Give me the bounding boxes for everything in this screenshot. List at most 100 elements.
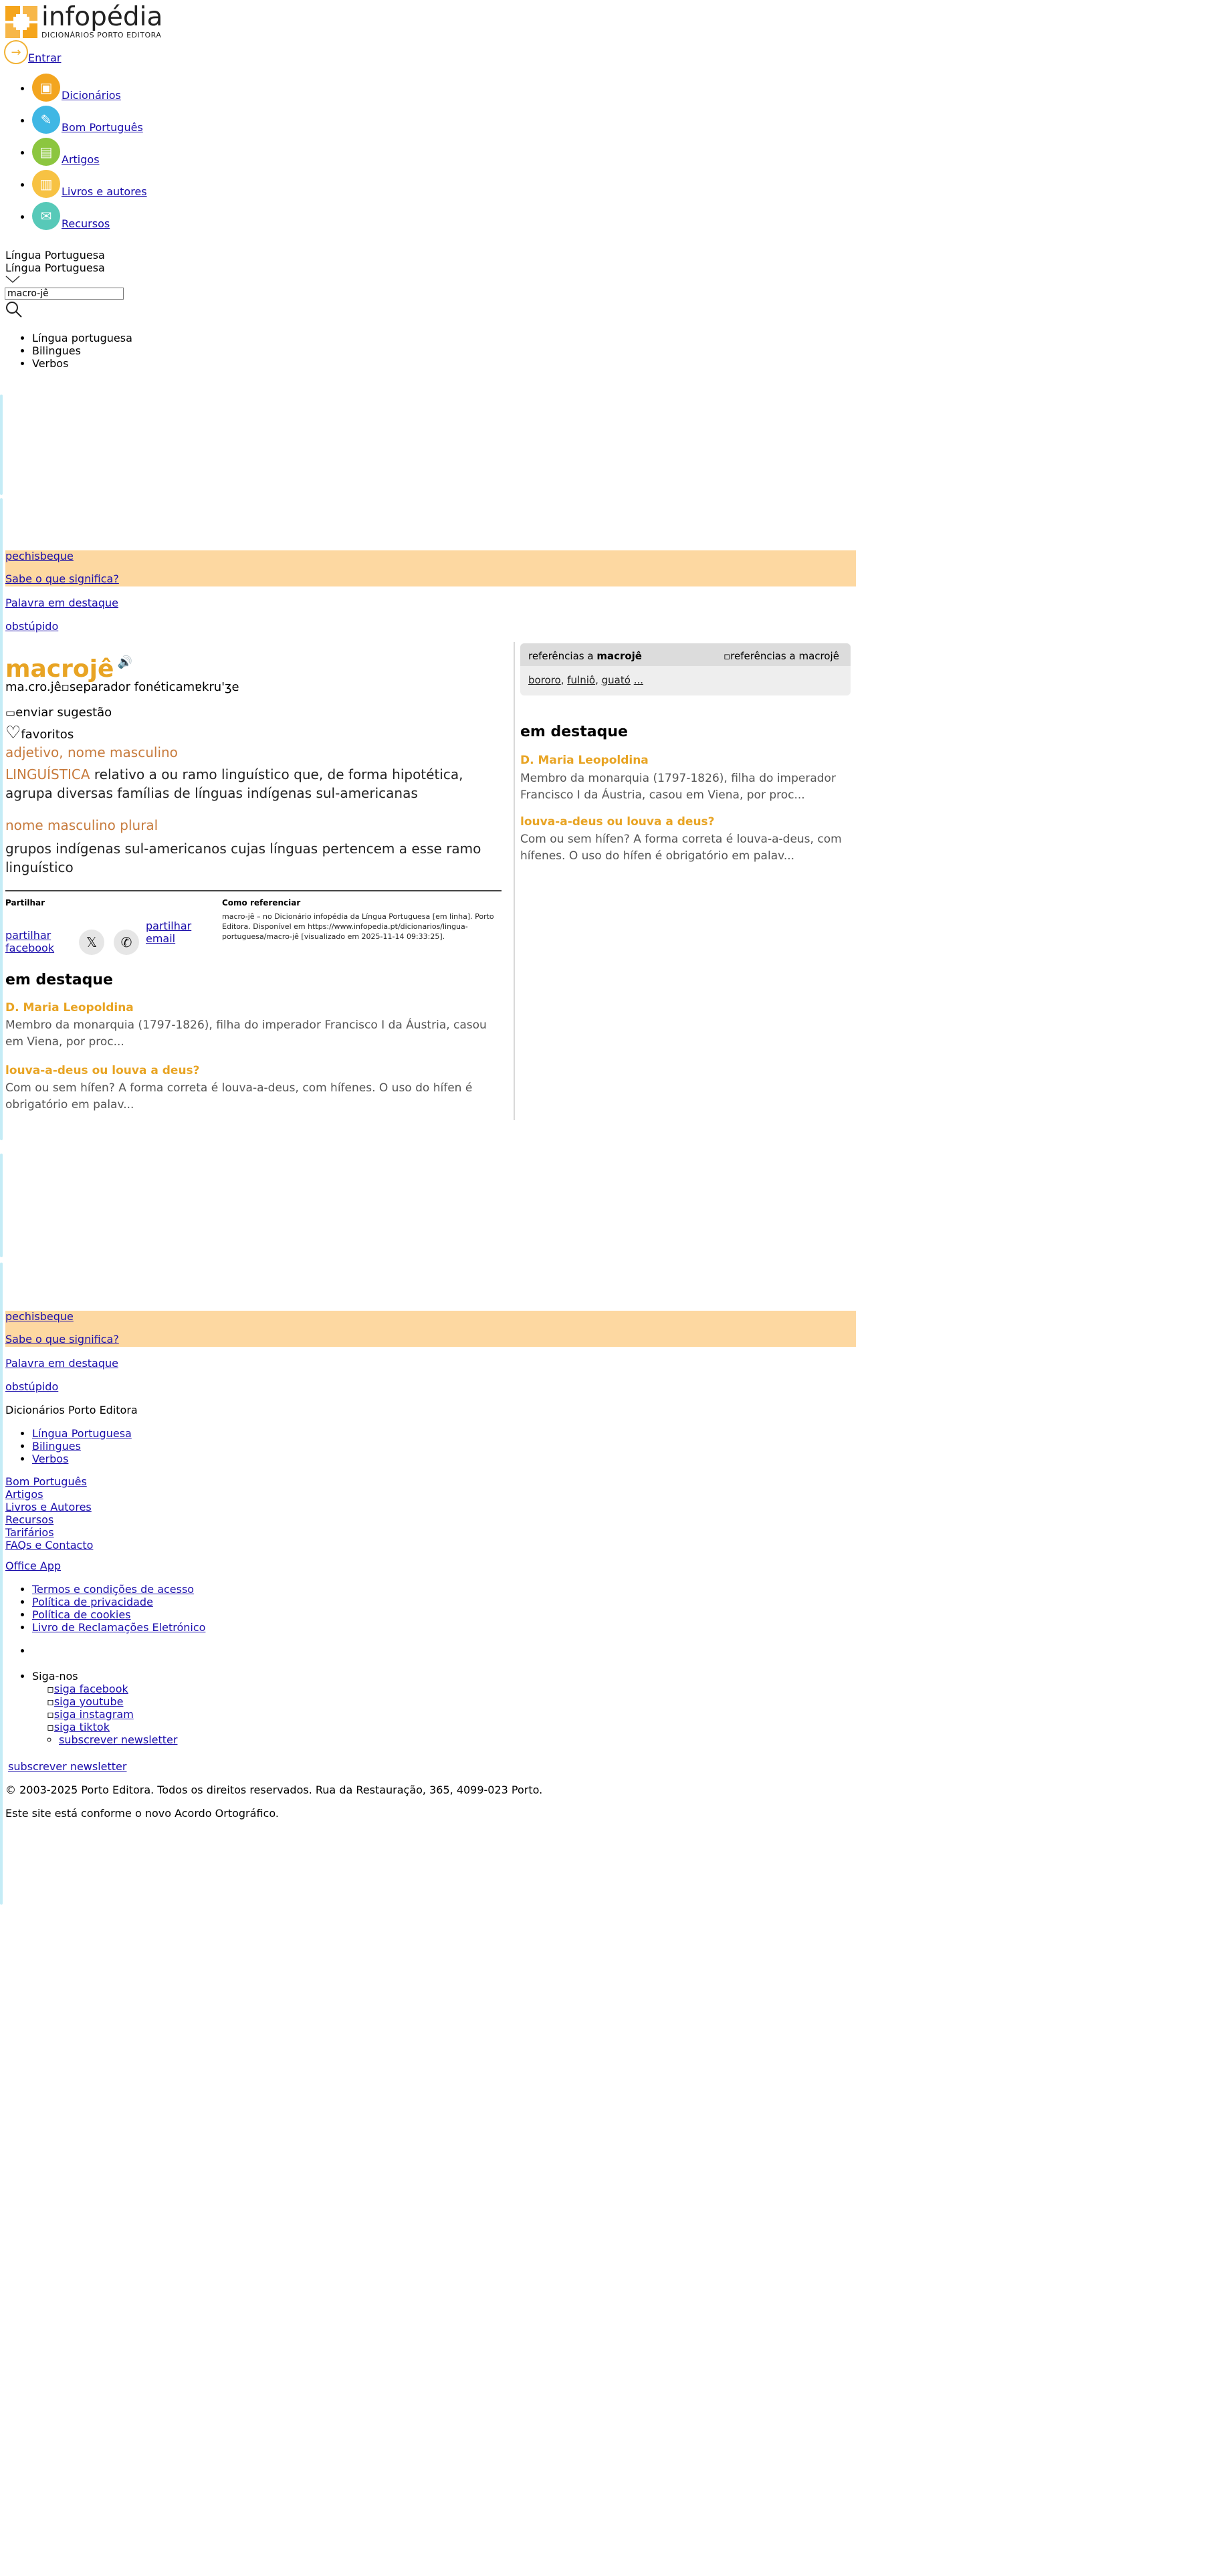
nav-label[interactable]: Dicionários (62, 89, 121, 102)
acordo-ortografico: Este site está conforme o novo Acordo Or… (5, 1807, 279, 1820)
destaque-text: Membro da monarquia (1797-1826), filha d… (5, 1018, 487, 1049)
instagram-link[interactable]: siga instagram (54, 1708, 134, 1721)
nav-artigos[interactable]: ▤Artigos (32, 138, 100, 166)
nav-recursos[interactable]: ✉Recursos (32, 202, 110, 230)
definition-1: LINGUÍSTICA relativo a ou ramo linguísti… (5, 765, 500, 802)
copyright: © 2003-2025 Porto Editora. Todos os dire… (5, 1784, 543, 1796)
audio-icon[interactable]: 🔊 (117, 655, 132, 669)
footer-link[interactable]: Língua Portuguesa (32, 1427, 132, 1440)
footer-link[interactable]: Tarifários (5, 1526, 54, 1539)
references-title: referências a macrojê (528, 650, 642, 662)
references-image-alt: referências a macrojê (730, 650, 839, 662)
separator-icon: ▫ (61, 680, 70, 694)
nav-label[interactable]: Recursos (62, 217, 110, 230)
login-icon: → (4, 40, 28, 64)
nav-label[interactable]: Bom Português (62, 121, 143, 134)
reference-link[interactable]: bororo (528, 674, 561, 686)
reference-link[interactable]: guató (602, 674, 631, 686)
destaque-heading[interactable]: D. Maria Leopoldina (5, 1001, 134, 1014)
featured-word-label[interactable]: Palavra em destaque (5, 597, 118, 609)
destaque-heading[interactable]: D. Maria Leopoldina (520, 754, 649, 767)
nav-livros-autores[interactable]: ▥Livros e autores (32, 170, 147, 198)
legal-link[interactable]: Política de privacidade (32, 1596, 153, 1608)
nav-label[interactable]: Artigos (62, 153, 100, 166)
favorites-button[interactable]: ♡favoritos (5, 723, 74, 743)
search-icon[interactable] (5, 301, 23, 318)
featured-word[interactable]: obstúpido (5, 1380, 58, 1393)
login-label[interactable]: Entrar (28, 51, 61, 64)
syllables: ma.cro.jê (5, 680, 62, 694)
share-facebook-link[interactable]: partilhar facebook (5, 929, 54, 954)
nav-dicionarios[interactable]: ▣Dicionários (32, 74, 121, 102)
suggest-button[interactable]: ▭enviar sugestão (5, 706, 112, 720)
promo-word[interactable]: pechisbeque (5, 550, 74, 562)
promo-banner[interactable]: pechisbeque Sabe o que significa? (5, 550, 856, 586)
share-email-link[interactable]: partilhar email (146, 920, 191, 945)
references-links: bororo, fulniô, guató ... (528, 674, 644, 686)
references-word: macrojê (596, 650, 642, 662)
whatsapp-icon[interactable]: ✆ (114, 930, 139, 955)
image-icon: ▫ (47, 1708, 54, 1721)
destaque-heading[interactable]: louva-a-deus ou louva a deus? (5, 1064, 200, 1077)
share-facebook[interactable]: partilhar facebook (5, 929, 79, 954)
definition-2: grupos indígenas sul-americanos cujas lí… (5, 841, 481, 875)
nav-bom-portugues[interactable]: ✎Bom Português (32, 106, 143, 134)
search-option[interactable]: Verbos (32, 357, 132, 370)
login-link[interactable]: → Entrar (4, 40, 61, 64)
logo-mark-icon (5, 5, 37, 38)
featured-word-label[interactable]: Palavra em destaque (5, 1357, 118, 1370)
footer-link[interactable]: Bom Português (5, 1475, 87, 1488)
nav-label[interactable]: Livros e autores (62, 185, 147, 198)
footer-link[interactable]: Livros e Autores (5, 1501, 92, 1513)
language-select[interactable]: Língua Portuguesa Língua Portuguesa (5, 249, 105, 284)
chevron-down-icon[interactable] (5, 276, 20, 284)
footer-link[interactable]: Bilingues (32, 1440, 81, 1453)
footer-legal: Termos e condições de acesso Política de… (5, 1583, 205, 1634)
promo-question[interactable]: Sabe o que significa? (5, 572, 119, 585)
footer-dict-title: Dicionários Porto Editora (5, 1404, 138, 1416)
newsletter-link[interactable]: subscrever newsletter (59, 1733, 177, 1746)
document-icon: ▤ (32, 138, 60, 166)
footer-link[interactable]: Artigos (5, 1488, 43, 1501)
suggest-label: enviar sugestão (15, 706, 112, 720)
follow-label: Siga-nos (32, 1670, 78, 1683)
footer-empty-list (5, 1644, 32, 1657)
search-option[interactable]: Língua portuguesa (32, 332, 132, 344)
destaque-heading[interactable]: louva-a-deus ou louva a deus? (520, 815, 715, 829)
search-input[interactable] (5, 288, 124, 300)
promo-banner-2[interactable]: pechisbeque Sabe o que significa? (5, 1311, 856, 1347)
site-logo[interactable]: infopédia DICIONÁRIOS PORTO EDITORA (5, 4, 162, 39)
column-separator (514, 642, 515, 1120)
promo-question[interactable]: Sabe o que significa? (5, 1333, 119, 1346)
footer-link[interactable]: FAQs e Contacto (5, 1539, 93, 1551)
citation-title: Como referenciar (222, 898, 301, 907)
pen-icon: ✎ (32, 106, 60, 134)
tiktok-link[interactable]: siga tiktok (54, 1721, 110, 1733)
footer-link[interactable]: Verbos (32, 1453, 68, 1465)
side-strip (0, 1154, 3, 1257)
citation-text: macro-jê – no Dicionário infopédia da Lí… (222, 912, 494, 941)
office-app-link[interactable]: Office App (5, 1560, 61, 1572)
legal-link[interactable]: Livro de Reclamações Eletrónico (32, 1621, 205, 1634)
pronunciation: ma.cro.jê▫separador fonéticamɐkru'ʒe (5, 680, 239, 694)
destaque-title-right: em destaque (520, 724, 628, 740)
featured-word[interactable]: obstúpido (5, 620, 58, 633)
facebook-link[interactable]: siga facebook (54, 1683, 128, 1695)
lang-selected: Língua Portuguesa (5, 249, 105, 261)
search-option[interactable]: Bilingues (32, 344, 132, 357)
footer-link[interactable]: Recursos (5, 1513, 53, 1526)
heart-icon: ♡ (5, 723, 21, 743)
x-twitter-icon[interactable]: 𝕏 (79, 930, 104, 955)
entry-header: macrojê 🔊 (5, 655, 132, 683)
side-strip (0, 498, 3, 1140)
reference-link[interactable]: fulniô (567, 674, 595, 686)
destaque-text: Membro da monarquia (1797-1826), filha d… (520, 772, 836, 802)
newsletter-link-2[interactable]: subscrever newsletter (8, 1760, 126, 1773)
reference-more[interactable]: ... (634, 674, 643, 686)
promo-word[interactable]: pechisbeque (5, 1310, 74, 1323)
youtube-link[interactable]: siga youtube (54, 1695, 124, 1708)
books-icon: ▥ (32, 170, 60, 198)
legal-link[interactable]: Política de cookies (32, 1608, 131, 1621)
share-email[interactable]: partilhar email (146, 920, 206, 945)
legal-link[interactable]: Termos e condições de acesso (32, 1583, 194, 1596)
